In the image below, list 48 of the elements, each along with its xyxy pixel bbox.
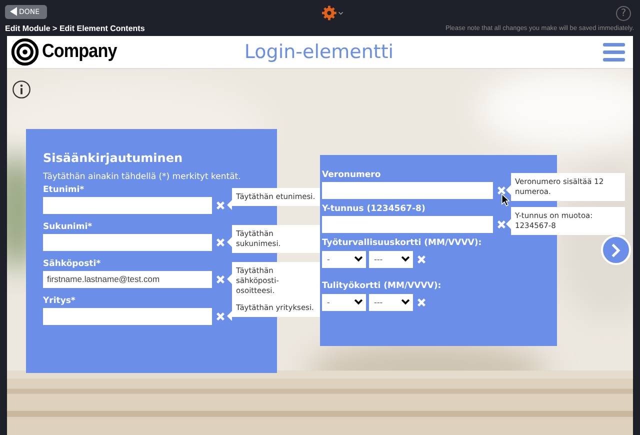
tooltip-pointer [506, 185, 511, 195]
cursor-icon [501, 193, 510, 207]
month-dropdown[interactable]: - [322, 250, 366, 268]
clear-icon[interactable] [417, 254, 426, 264]
field-label: Etunimi* [43, 185, 86, 196]
clear-icon[interactable] [417, 298, 426, 306]
year-dropdown[interactable]: --- [369, 294, 413, 310]
clear-icon[interactable] [216, 274, 225, 284]
field-label: Y-tunnus (1234567-8) [322, 204, 426, 215]
tooltip-pointer [227, 274, 232, 284]
intro-text: Täytäthän ainakin tähdellä (*) merkityt kentät. [43, 172, 242, 183]
back-arrow-icon [10, 7, 17, 16]
input-field[interactable] [43, 308, 212, 324]
input-field[interactable] [322, 216, 493, 232]
clear-icon[interactable] [216, 238, 225, 246]
input-field[interactable] [43, 196, 212, 214]
logo-text: Company [42, 41, 117, 63]
input-field[interactable] [43, 234, 212, 250]
month-dropdown[interactable]: - [322, 294, 366, 310]
tooltip-pointer [227, 311, 232, 321]
field-label: Sukunimi* [43, 222, 94, 233]
chevron-icon [354, 256, 363, 262]
clear-icon[interactable] [497, 186, 506, 194]
logo-icon [11, 38, 39, 66]
card-title: Sisäänkirjautuminen [43, 151, 184, 165]
clear-icon[interactable] [216, 200, 225, 210]
tooltip-pointer [506, 219, 511, 229]
chevron-icon [401, 256, 410, 262]
field-label: Veronumero [322, 170, 382, 181]
help-button[interactable]: ? [616, 6, 631, 20]
menu-icon[interactable] [602, 42, 625, 62]
breadcrumb: Edit Module > Edit Element Contents [5, 24, 145, 32]
clear-icon[interactable] [216, 312, 225, 320]
chevron-right-icon [611, 242, 621, 258]
tooltip-pointer [227, 237, 232, 247]
tooltip-pointer [227, 200, 232, 210]
input-field[interactable]: firstname.lastname@test.com [43, 270, 212, 288]
field-label: Tulityökortti (MM/VVVV): [322, 281, 442, 292]
field-label: Sähköposti* [43, 259, 102, 270]
info-icon[interactable] [12, 80, 31, 99]
chevron-icon [354, 299, 363, 305]
clear-icon[interactable] [497, 220, 506, 228]
page-title: Login-elementti [244, 41, 394, 63]
field-label: Yritys* [43, 296, 76, 307]
input-field[interactable] [322, 182, 493, 198]
year-dropdown[interactable]: --- [369, 250, 413, 268]
field-label: Työturvallisuuskortti (MM/VVVV): [322, 238, 483, 249]
chevron-icon [401, 299, 410, 305]
